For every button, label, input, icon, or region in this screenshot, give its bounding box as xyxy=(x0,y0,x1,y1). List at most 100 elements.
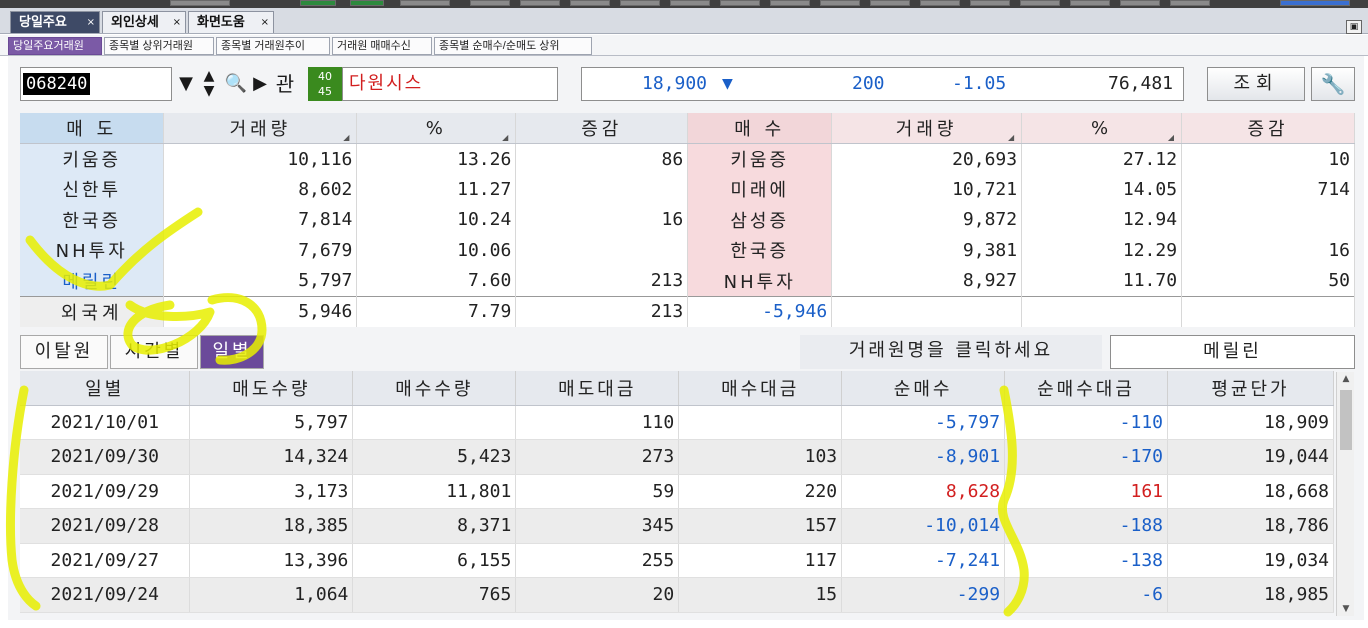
buy-broker-name[interactable]: NH투자 xyxy=(687,265,833,296)
selected-firm-field[interactable]: 메릴린 xyxy=(1110,335,1355,369)
tab-deviation-broker[interactable]: 이탈원 xyxy=(20,335,108,369)
table-row[interactable]: 2021/10/01 5,797 110 -5,797 -110 18,909 xyxy=(20,405,1334,440)
related-icon[interactable]: 관 xyxy=(270,67,300,101)
toolbar-button[interactable] xyxy=(1020,0,1060,6)
col-buy-broker[interactable]: 매 수 xyxy=(687,113,833,144)
dropdown-arrow-icon[interactable]: ▼ xyxy=(174,67,198,101)
close-icon[interactable]: × xyxy=(173,12,181,33)
wrench-icon[interactable]: 🔧 xyxy=(1311,67,1355,101)
cell-net-qty: 8,628 xyxy=(841,474,1006,509)
search-icon[interactable]: 🔍 xyxy=(222,67,250,101)
sell-broker-name[interactable]: 한국증 xyxy=(20,204,165,235)
window-tab-today-major[interactable]: 당일주요 × xyxy=(10,11,100,33)
toolbar-button[interactable] xyxy=(670,0,710,6)
col-buy-qty[interactable]: 매수수량 xyxy=(352,371,517,406)
col-sell-amount[interactable]: 매도대금 xyxy=(515,371,680,406)
toolbar-button[interactable] xyxy=(570,0,610,6)
buy-change: 10 xyxy=(1181,143,1355,174)
toolbar-button[interactable] xyxy=(1170,0,1210,6)
window-tab-bar: 당일주요 × 외인상세 × 화면도움 × ▣ xyxy=(0,8,1368,34)
table-row[interactable]: 2021/09/28 18,385 8,371 345 157 -10,014 … xyxy=(20,508,1334,544)
window-tab-foreign-detail[interactable]: 외인상세 × xyxy=(102,11,186,33)
stock-code-input[interactable]: 068240 xyxy=(20,67,172,101)
col-buy-change[interactable]: 증감 xyxy=(1181,113,1355,144)
toolbar-button[interactable] xyxy=(350,0,384,6)
sell-pct: 13.26 xyxy=(356,143,517,174)
toolbar-button[interactable] xyxy=(620,0,660,6)
sell-broker-name-selected[interactable]: 메릴린 xyxy=(20,265,165,296)
col-net-qty[interactable]: 순매수 xyxy=(841,371,1006,406)
toolbar-button[interactable] xyxy=(300,0,336,6)
toolbar-button[interactable] xyxy=(870,0,910,6)
col-net-amount[interactable]: 순매수대금 xyxy=(1004,371,1168,406)
window-tab-help[interactable]: 화면도움 × xyxy=(188,11,274,33)
toolbar-button[interactable] xyxy=(920,0,960,6)
buy-broker-name[interactable]: 미래에 xyxy=(687,174,833,205)
toolbar-button[interactable] xyxy=(400,0,450,6)
cell-sell-qty: 3,173 xyxy=(189,474,354,509)
table-row[interactable]: 2021/09/30 14,324 5,423 273 103 -8,901 -… xyxy=(20,439,1334,475)
subtab-top-brokers-by-stock[interactable]: 종목별 상위거래원 xyxy=(104,37,214,55)
toolbar-button[interactable] xyxy=(170,0,230,6)
col-sell-volume[interactable]: 거래량 ◢ xyxy=(163,113,358,144)
sell-broker-name[interactable]: NH투자 xyxy=(20,235,165,266)
col-date[interactable]: 일별 xyxy=(20,371,191,406)
cell-buy-amount: 117 xyxy=(678,543,843,578)
sell-change: 213 xyxy=(515,265,689,296)
toolbar-button[interactable] xyxy=(820,0,860,6)
subtab-net-buy-sell-top[interactable]: 종목별 순매수/순매도 상위 xyxy=(434,37,592,55)
toolbar-button[interactable] xyxy=(520,0,560,6)
sell-change xyxy=(515,235,689,266)
col-buy-volume[interactable]: 거래량 ◢ xyxy=(831,113,1023,144)
table-row[interactable]: 2021/09/29 3,173 11,801 59 220 8,628 161… xyxy=(20,474,1334,509)
table-row[interactable]: 2021/09/24 1,064 765 20 15 -299 -6 18,98… xyxy=(20,577,1334,613)
scroll-thumb[interactable] xyxy=(1340,390,1352,450)
tab-by-time[interactable]: 시간별 xyxy=(110,335,198,369)
scroll-down-icon[interactable]: ▼ xyxy=(1337,602,1355,616)
table-row[interactable]: 2021/09/27 13,396 6,155 255 117 -7,241 -… xyxy=(20,543,1334,578)
cell-sell-qty: 18,385 xyxy=(189,508,354,544)
sell-broker-name[interactable]: 신한투 xyxy=(20,174,165,205)
subtab-broker-trade-receive[interactable]: 거래원 매매수신 xyxy=(332,37,432,55)
col-sell-qty[interactable]: 매도수량 xyxy=(189,371,354,406)
close-icon[interactable]: × xyxy=(261,12,269,33)
window-restore-icon[interactable]: ▣ xyxy=(1346,20,1362,34)
col-sell-broker[interactable]: 매 도 xyxy=(20,113,165,144)
col-sell-pct[interactable]: % ◢ xyxy=(356,113,517,144)
col-buy-amount[interactable]: 매수대금 xyxy=(678,371,843,406)
sort-icon: ◢ xyxy=(502,133,513,142)
toolbar-button[interactable] xyxy=(1070,0,1110,6)
buy-broker-name[interactable]: 삼성증 xyxy=(687,204,833,235)
cell-net-amount: -188 xyxy=(1004,508,1168,544)
close-icon[interactable]: × xyxy=(87,12,95,33)
vertical-scrollbar[interactable]: ▲ ▼ xyxy=(1336,372,1354,616)
stock-name: 다원시스 xyxy=(342,67,558,101)
buy-broker-name[interactable]: 키움증 xyxy=(687,143,833,174)
sell-pct: 10.24 xyxy=(356,204,517,235)
toolbar-button[interactable] xyxy=(770,0,810,6)
toolbar-button[interactable] xyxy=(470,0,510,6)
tab-by-day[interactable]: 일별 xyxy=(200,335,264,369)
up-down-stepper-icon[interactable]: ▲ ▼ xyxy=(198,67,220,101)
sell-broker-name[interactable]: 키움증 xyxy=(20,143,165,174)
buy-broker-name[interactable]: 한국증 xyxy=(687,235,833,266)
query-button[interactable]: 조회 xyxy=(1207,67,1305,101)
subtab-broker-trend-by-stock[interactable]: 종목별 거래원추이 xyxy=(216,37,330,55)
play-icon[interactable]: ▶ xyxy=(250,67,270,101)
toolbar-button[interactable] xyxy=(1280,0,1350,6)
price-summary: 18,900 ▼ 200 -1.05 76,481 xyxy=(581,67,1184,101)
col-buy-pct[interactable]: % ◢ xyxy=(1021,113,1183,144)
scroll-up-icon[interactable]: ▲ xyxy=(1337,372,1355,386)
cell-avg-price: 18,668 xyxy=(1167,474,1334,509)
buy-pct: 12.94 xyxy=(1021,204,1183,235)
col-avg-price[interactable]: 평균단가 xyxy=(1167,371,1334,406)
cell-buy-amount xyxy=(678,405,843,440)
subtab-today-major-broker[interactable]: 당일주요거래원 xyxy=(8,37,102,55)
col-sell-change[interactable]: 증감 xyxy=(515,113,689,144)
toolbar-button[interactable] xyxy=(720,0,760,6)
buy-change: 50 xyxy=(1181,265,1355,296)
toolbar-button[interactable] xyxy=(970,0,1010,6)
cell-date: 2021/09/24 xyxy=(20,577,191,613)
toolbar-button[interactable] xyxy=(1120,0,1160,6)
foreign-total-label[interactable]: 외국계 xyxy=(20,295,165,327)
